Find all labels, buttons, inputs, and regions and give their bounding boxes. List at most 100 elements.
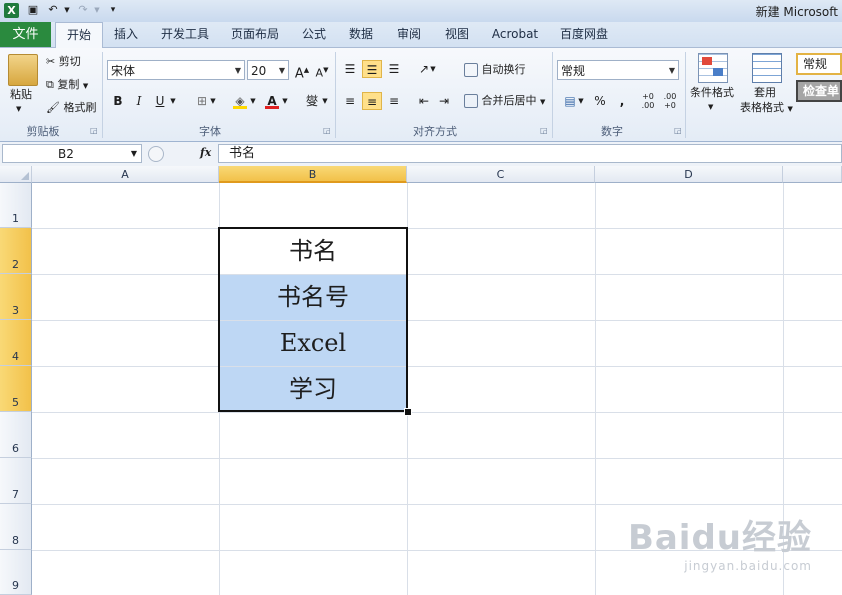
- increase-indent-icon[interactable]: ⇥: [434, 92, 454, 110]
- tab-acrobat[interactable]: Acrobat: [486, 22, 544, 47]
- tab-file[interactable]: 文件: [0, 22, 51, 47]
- cell-b4[interactable]: Excel: [219, 320, 407, 366]
- row-number: 5: [12, 396, 19, 409]
- merge-center-label: 合并后居中: [481, 94, 537, 107]
- increase-decimal-icon[interactable]: +0.00: [638, 92, 658, 110]
- cell-b2[interactable]: 书名: [219, 228, 407, 274]
- tab-view[interactable]: 视图: [438, 22, 476, 47]
- tab-review[interactable]: 审阅: [390, 22, 428, 47]
- select-all-corner[interactable]: [0, 166, 32, 183]
- underline-button[interactable]: U: [150, 92, 170, 110]
- table-format-label-a[interactable]: 套用: [754, 86, 776, 100]
- shrink-font-button[interactable]: A▼: [312, 61, 332, 80]
- insert-function-button[interactable]: fx: [200, 146, 211, 159]
- copy-button[interactable]: ⧉ 复制 ▼: [46, 78, 88, 93]
- chevron-down-icon: ▼: [234, 66, 241, 75]
- style-normal[interactable]: 常规: [796, 53, 842, 75]
- align-top-icon[interactable]: ☰: [340, 60, 360, 78]
- table-format-icon[interactable]: [752, 53, 782, 83]
- name-box-value: B2: [58, 147, 74, 161]
- row-number: 7: [12, 488, 19, 501]
- align-center-icon[interactable]: ≡: [362, 92, 382, 110]
- align-left-icon[interactable]: ≡: [340, 92, 360, 110]
- percent-button[interactable]: %: [590, 92, 610, 110]
- chevron-down-icon: ▼: [130, 149, 137, 158]
- orientation-dropdown-icon[interactable]: ▼: [428, 60, 438, 78]
- font-size-combo[interactable]: 20 ▼: [247, 60, 289, 80]
- row-header-1[interactable]: 1: [0, 183, 32, 228]
- paste-button[interactable]: 粘贴: [10, 88, 32, 102]
- save-icon[interactable]: ▣: [26, 3, 40, 17]
- merge-center-button[interactable]: 合并后居中 ▼: [464, 94, 545, 109]
- border-dropdown-icon[interactable]: ▼: [208, 92, 218, 110]
- cut-button[interactable]: ✂ 剪切: [46, 55, 81, 69]
- name-box[interactable]: B2 ▼: [2, 144, 142, 163]
- grow-font-button[interactable]: A▲: [292, 61, 312, 81]
- wrap-text-button[interactable]: 自动换行: [464, 63, 526, 77]
- undo-dropdown-icon[interactable]: ▼: [60, 3, 74, 17]
- currency-dropdown-icon[interactable]: ▼: [576, 92, 586, 110]
- row-header-7[interactable]: 7: [0, 458, 32, 504]
- phonetic-dropdown-icon[interactable]: ▼: [320, 92, 330, 110]
- bold-button[interactable]: B: [108, 92, 128, 110]
- italic-button[interactable]: I: [129, 92, 149, 110]
- row-header-8[interactable]: 8: [0, 504, 32, 550]
- tab-home[interactable]: 开始: [55, 22, 103, 49]
- align-bottom-icon[interactable]: ☰: [384, 60, 404, 78]
- copy-dropdown-icon: ▼: [82, 82, 89, 90]
- tab-data[interactable]: 数据: [342, 22, 380, 47]
- row-header-6[interactable]: 6: [0, 412, 32, 458]
- table-format-button[interactable]: 表格格式 ▼: [740, 101, 793, 116]
- conditional-format-icon[interactable]: [698, 53, 728, 83]
- redo-icon[interactable]: ↷: [76, 3, 90, 17]
- alignment-launcher-icon[interactable]: ◲: [540, 126, 548, 135]
- tab-developer[interactable]: 开发工具: [155, 22, 215, 47]
- formula-input[interactable]: 书名: [218, 144, 842, 163]
- fill-dropdown-icon[interactable]: ▼: [248, 92, 258, 110]
- phonetic-button[interactable]: 燮: [302, 92, 322, 110]
- undo-icon[interactable]: ↶: [46, 3, 60, 17]
- conditional-dropdown-icon[interactable]: ▼: [708, 100, 713, 114]
- paste-dropdown-icon[interactable]: ▼: [16, 102, 21, 116]
- tab-formulas[interactable]: 公式: [296, 22, 332, 47]
- customize-icon[interactable]: ▾: [106, 3, 120, 17]
- redo-dropdown-icon[interactable]: ▼: [90, 3, 104, 17]
- cell-b3[interactable]: 书名号: [219, 274, 407, 320]
- conditional-format-button[interactable]: 条件格式: [690, 86, 734, 100]
- format-painter-button[interactable]: 🖌 格式刷: [46, 101, 96, 115]
- comma-button[interactable]: ,: [612, 92, 632, 110]
- gridline: [32, 228, 842, 229]
- paste-icon[interactable]: [8, 54, 38, 86]
- font-launcher-icon[interactable]: ◲: [323, 126, 331, 135]
- style-check-cell[interactable]: 检查单: [796, 80, 842, 102]
- fill-handle[interactable]: [404, 408, 412, 416]
- column-header-d[interactable]: D: [595, 166, 783, 183]
- underline-dropdown-icon[interactable]: ▼: [168, 92, 178, 110]
- font-color-dropdown-icon[interactable]: ▼: [280, 92, 290, 110]
- column-header-e[interactable]: [783, 166, 842, 183]
- font-color-button[interactable]: A: [262, 92, 282, 110]
- tab-baidu-netdisk[interactable]: 百度网盘: [554, 22, 614, 47]
- baidu-watermark: Baidu经验 jingyan.baidu.com: [628, 510, 812, 573]
- tab-page-layout[interactable]: 页面布局: [225, 22, 285, 47]
- align-right-icon[interactable]: ≡: [384, 92, 404, 110]
- column-header-b[interactable]: B: [219, 166, 407, 183]
- column-header-c[interactable]: C: [407, 166, 595, 183]
- clipboard-launcher-icon[interactable]: ◲: [90, 126, 98, 135]
- align-middle-icon[interactable]: ☰: [362, 60, 382, 78]
- number-launcher-icon[interactable]: ◲: [674, 126, 682, 135]
- fill-color-icon[interactable]: ◈: [230, 92, 250, 110]
- decrease-indent-icon[interactable]: ⇤: [414, 92, 434, 110]
- cell-b5[interactable]: 学习: [219, 366, 407, 412]
- format-painter-label: 格式刷: [63, 101, 97, 114]
- row-header-4[interactable]: 4: [0, 320, 32, 366]
- row-header-5[interactable]: 5: [0, 366, 32, 412]
- column-header-a[interactable]: A: [32, 166, 219, 183]
- row-header-2[interactable]: 2: [0, 228, 32, 274]
- number-format-combo[interactable]: 常规 ▼: [557, 60, 679, 80]
- font-name-combo[interactable]: 宋体 ▼: [107, 60, 245, 80]
- tab-insert[interactable]: 插入: [107, 22, 145, 47]
- row-header-3[interactable]: 3: [0, 274, 32, 320]
- decrease-decimal-icon[interactable]: .00 +0: [660, 92, 680, 110]
- row-header-9[interactable]: 9: [0, 550, 32, 595]
